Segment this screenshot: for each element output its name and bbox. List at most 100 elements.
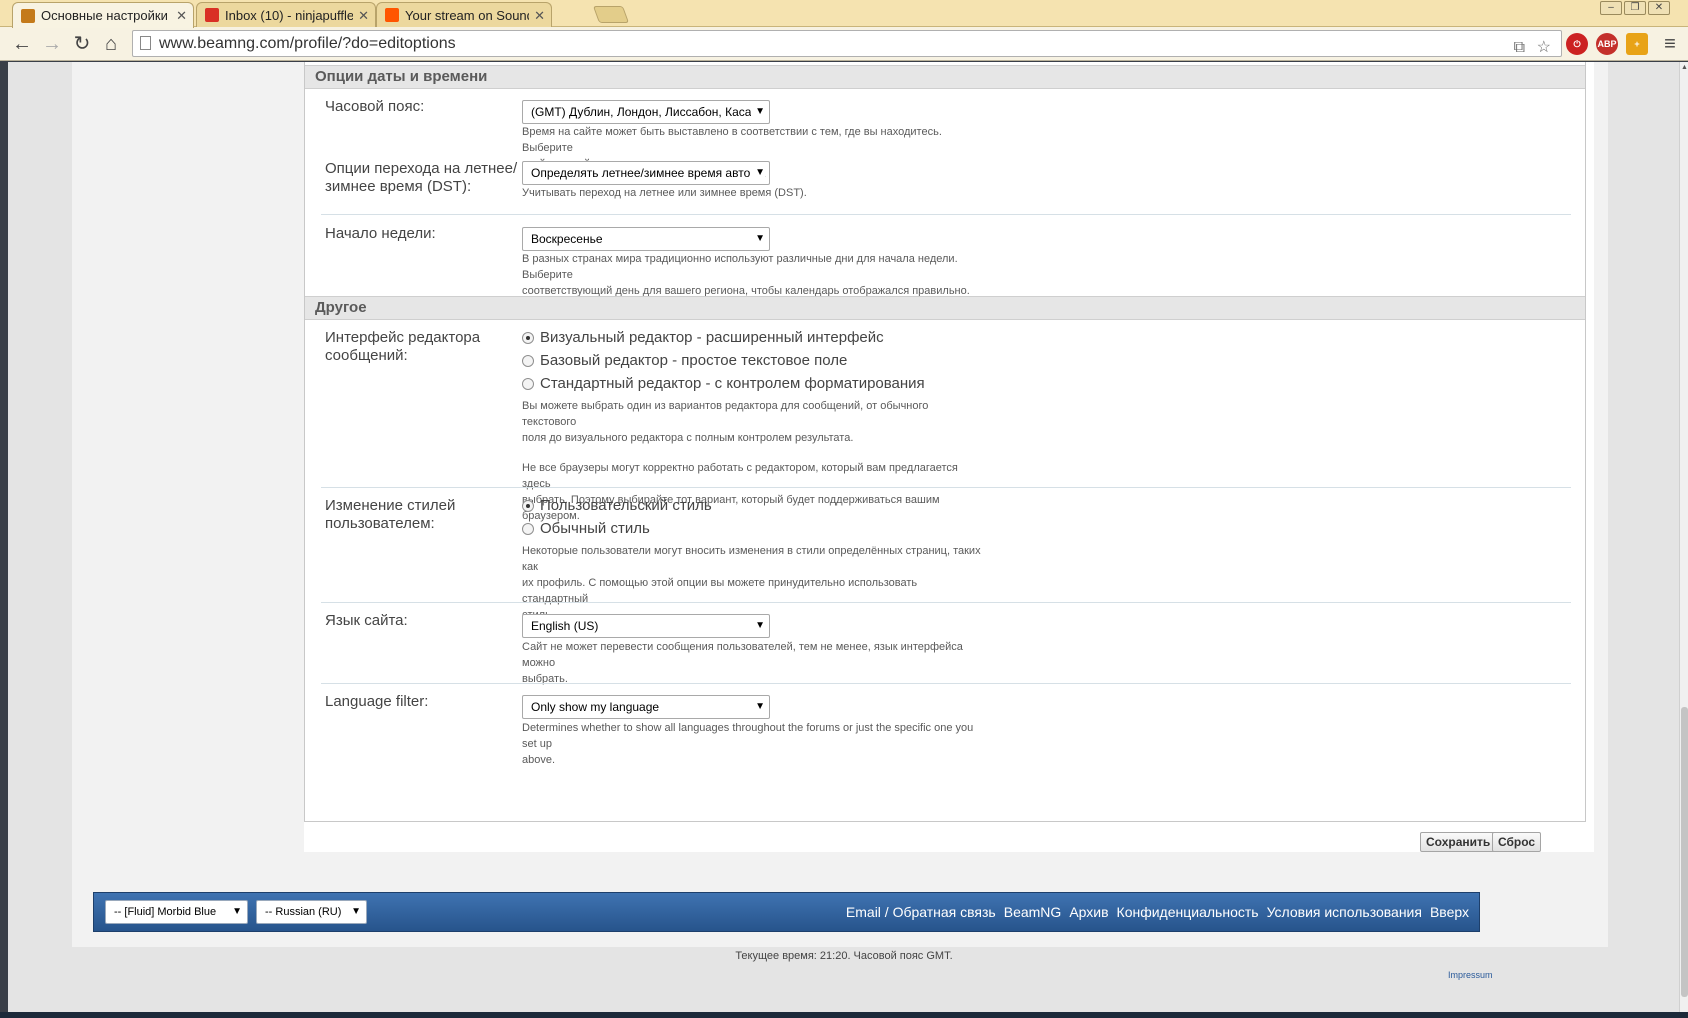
editor-label: Интерфейс редактора сообщений:: [325, 329, 480, 365]
close-tab-icon[interactable]: ✕: [358, 8, 369, 24]
editor-radio-visual[interactable]: Визуальный редактор - расширенный интерф…: [522, 329, 884, 346]
current-time-text: Текущее время: 21:20. Часовой пояс GMT.: [735, 950, 953, 962]
bookmark-star-icon[interactable]: ☆: [1537, 35, 1551, 60]
dropdown-arrow-icon: ▼: [751, 162, 765, 184]
radio-unselected-icon[interactable]: [522, 354, 534, 367]
page-container: Опции даты и времени Часовой пояс: (GMT)…: [72, 62, 1608, 947]
label-line: Опции перехода на летнее/: [325, 160, 518, 177]
label-line: зимнее время (DST):: [325, 178, 472, 195]
scroll-up-icon[interactable]: ▲: [1681, 64, 1688, 71]
stop-extension-icon[interactable]: ⏻: [1566, 33, 1588, 55]
radio-selected-icon[interactable]: [522, 331, 534, 344]
dst-hint: Учитывать переход на летнее или зимнее в…: [522, 187, 807, 199]
reload-icon[interactable]: ↻: [70, 32, 94, 56]
section-header-datetime: Опции даты и времени: [305, 65, 1585, 89]
language-filter-hint: Determines whether to show all languages…: [522, 720, 982, 768]
menu-icon[interactable]: ≡: [1658, 32, 1682, 56]
badge-extension-icon[interactable]: +: [1626, 33, 1648, 55]
scrollbar-thumb[interactable]: [1681, 707, 1688, 997]
site-language-value: English (US): [531, 619, 599, 633]
footer-bar: -- [Fluid] Morbid Blue ▼ -- Russian (RU)…: [93, 892, 1480, 932]
reset-button[interactable]: Сброс: [1492, 832, 1542, 852]
row-divider: [321, 487, 1571, 488]
language-filter-value: Only show my language: [531, 700, 660, 714]
soundcloud-favicon-icon: [385, 8, 399, 22]
label-line: Интерфейс редактора: [325, 329, 481, 346]
site-language-select[interactable]: English (US) ▼: [522, 614, 770, 638]
page-icon: [140, 36, 151, 50]
hint-line: Сайт не может перевести сообщения пользо…: [522, 641, 963, 669]
week-start-select[interactable]: Воскресенье ▼: [522, 227, 770, 251]
forward-arrow-icon[interactable]: →: [40, 32, 64, 56]
radio-unselected-icon[interactable]: [522, 522, 534, 535]
dst-select[interactable]: Определять летнее/зимнее время автома ▼: [522, 161, 770, 185]
vertical-scrollbar[interactable]: ▲: [1679, 62, 1688, 1012]
url-text: www.beamng.com/profile/?do=editoptions: [159, 35, 456, 52]
translate-icon[interactable]: ⧉: [1514, 35, 1525, 60]
style-hint: Некоторые пользователи могут вносить изм…: [522, 543, 982, 623]
hint-line: above.: [522, 754, 556, 766]
dropdown-arrow-icon: ▼: [751, 696, 765, 718]
style-radio-custom[interactable]: Пользовательский стиль: [522, 497, 712, 514]
radio-unselected-icon[interactable]: [522, 377, 534, 390]
label-line: сообщений:: [325, 347, 408, 364]
footer-link-top[interactable]: Вверх: [1430, 904, 1469, 920]
style-chooser-value: -- [Fluid] Morbid Blue: [114, 906, 217, 918]
back-arrow-icon[interactable]: ←: [10, 32, 34, 56]
adblock-plus-icon[interactable]: ABP: [1596, 33, 1618, 55]
restore-button[interactable]: ❐: [1624, 1, 1646, 15]
dropdown-arrow-icon: ▼: [232, 906, 242, 917]
dropdown-arrow-icon: ▼: [751, 228, 765, 250]
footer-link-archive[interactable]: Архив: [1069, 904, 1108, 920]
timezone-select[interactable]: (GMT) Дублин, Лондон, Лиссабон, Касабл ▼: [522, 100, 770, 124]
section-header-other: Другое: [305, 296, 1585, 320]
radio-label: Пользовательский стиль: [540, 497, 712, 514]
row-divider: [321, 602, 1571, 603]
home-icon[interactable]: ⌂: [99, 32, 123, 56]
footer-link-contact[interactable]: Email / Обратная связь: [846, 904, 996, 920]
language-filter-select[interactable]: Only show my language ▼: [522, 695, 770, 719]
os-taskbar: [0, 1012, 1688, 1018]
tab-settings[interactable]: Основные настройки - b ✕: [12, 2, 194, 28]
footer-link-beamng[interactable]: BeamNG: [1004, 904, 1062, 920]
editor-radio-standard[interactable]: Стандартный редактор - с контролем форма…: [522, 375, 925, 392]
gmail-favicon-icon: [205, 8, 219, 22]
tab-title: Your stream on SoundClo: [405, 7, 529, 23]
hint-line: Вы можете выбрать один из вариантов реда…: [522, 400, 929, 428]
label-line: Изменение стилей: [325, 497, 456, 514]
hint-line: Время на сайте может быть выставлено в с…: [522, 126, 942, 154]
dropdown-arrow-icon: ▼: [751, 615, 765, 637]
address-bar[interactable]: www.beamng.com/profile/?do=editoptions ⧉…: [132, 30, 1562, 57]
style-radio-default[interactable]: Обычный стиль: [522, 520, 650, 537]
hint-line: В разных странах мира традиционно исполь…: [522, 253, 958, 281]
minimize-button[interactable]: –: [1600, 1, 1622, 15]
language-filter-label: Language filter:: [325, 693, 429, 710]
tab-inbox[interactable]: Inbox (10) - ninjapuffle@g ✕: [196, 2, 376, 27]
close-tab-icon[interactable]: ✕: [534, 8, 545, 24]
new-tab-button[interactable]: [592, 6, 630, 23]
dst-label: Опции перехода на летнее/ зимнее время (…: [325, 160, 517, 196]
editor-radio-basic[interactable]: Базовый редактор - простое текстовое пол…: [522, 352, 847, 369]
tab-soundcloud[interactable]: Your stream on SoundClo ✕: [376, 2, 552, 27]
footer-link-privacy[interactable]: Конфиденциальность: [1117, 904, 1259, 920]
close-tab-icon[interactable]: ✕: [176, 8, 187, 24]
save-button[interactable]: Сохранить: [1420, 832, 1497, 852]
radio-selected-icon[interactable]: [522, 499, 534, 512]
language-chooser-value: -- Russian (RU): [265, 906, 342, 918]
row-divider: [321, 683, 1571, 684]
week-start-hint: В разных странах мира традиционно исполь…: [522, 251, 982, 299]
browser-toolbar: ← → ↻ ⌂ www.beamng.com/profile/?do=edito…: [0, 27, 1688, 61]
radio-label: Визуальный редактор - расширенный интерф…: [540, 329, 884, 346]
hint-line: выбрать.: [522, 673, 568, 685]
close-window-button[interactable]: ✕: [1648, 1, 1670, 15]
footer-link-terms[interactable]: Условия использования: [1267, 904, 1422, 920]
tab-title: Inbox (10) - ninjapuffle@g: [225, 7, 353, 23]
hint-line: Некоторые пользователи могут вносить изм…: [522, 545, 981, 573]
site-language-hint: Сайт не может перевести сообщения пользо…: [522, 639, 982, 687]
timezone-label: Часовой пояс:: [325, 98, 425, 115]
radio-label: Обычный стиль: [540, 520, 650, 537]
style-chooser-select[interactable]: -- [Fluid] Morbid Blue ▼: [105, 900, 248, 924]
radio-label: Базовый редактор - простое текстовое пол…: [540, 352, 848, 369]
impressum-link[interactable]: Impressum: [1448, 970, 1493, 980]
language-chooser-select[interactable]: -- Russian (RU) ▼: [256, 900, 367, 924]
